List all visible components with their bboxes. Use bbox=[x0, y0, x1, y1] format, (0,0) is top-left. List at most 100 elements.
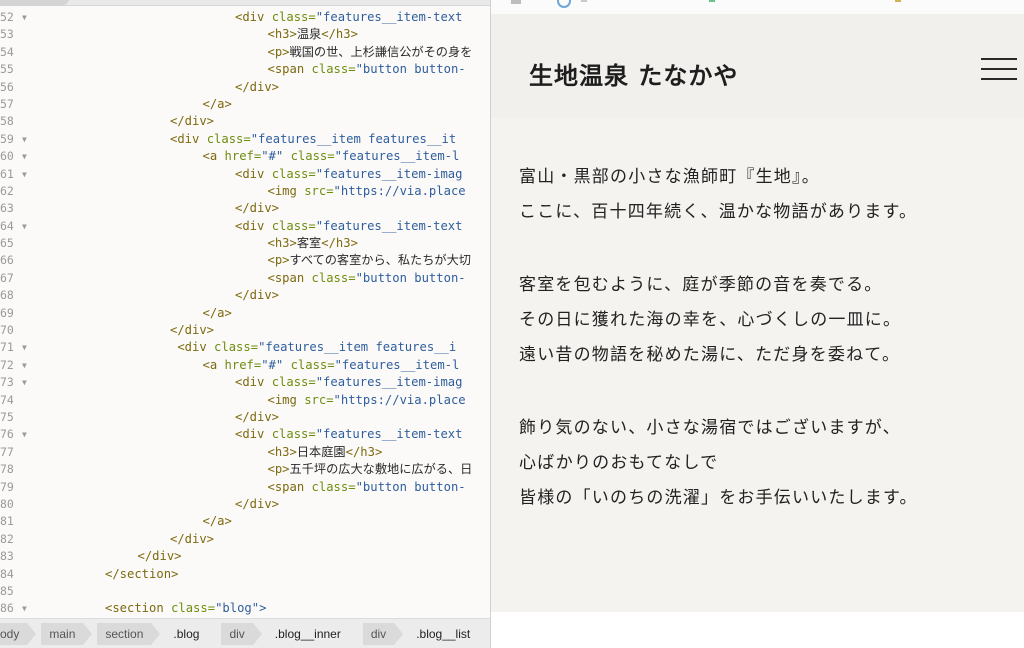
code-line[interactable]: 81 </a> bbox=[0, 513, 490, 530]
code-line[interactable]: 52 ▼ <div class="features__item-text bbox=[0, 9, 490, 26]
fold-arrow-icon[interactable]: ▼ bbox=[22, 339, 32, 356]
code-line[interactable]: 82 </div> bbox=[0, 531, 490, 548]
code-token: <h3> bbox=[267, 236, 297, 251]
code-line[interactable]: 54 <p>戦国の世、上杉謙信公がその身を bbox=[0, 44, 490, 61]
hamburger-menu-icon[interactable] bbox=[981, 56, 1017, 86]
code-line[interactable]: 70 </div> bbox=[0, 322, 490, 339]
code-line[interactable]: 85 bbox=[0, 583, 490, 600]
code-text: <div class="features__item-text bbox=[235, 218, 462, 235]
fold-arrow-icon[interactable]: ▼ bbox=[22, 131, 32, 148]
code-line[interactable]: 61 ▼ <div class="features__item-imag bbox=[0, 166, 490, 183]
code-line[interactable]: 62 <img src="https://via.place bbox=[0, 183, 490, 200]
breadcrumb-item[interactable]: main bbox=[41, 623, 93, 645]
code-line[interactable]: 56 </div> bbox=[0, 79, 490, 96]
fold-arrow-icon[interactable]: ▼ bbox=[22, 218, 32, 235]
line-number: 84 bbox=[0, 566, 14, 581]
code-text: </div> bbox=[138, 548, 182, 565]
code-lines[interactable]: 52 ▼ <div class="features__item-text 53 <h3>… bbox=[0, 9, 490, 618]
code-line[interactable]: 80 </div> bbox=[0, 496, 490, 513]
code-token: </div> bbox=[235, 409, 280, 424]
breadcrumb-item[interactable]: .blog__inner bbox=[267, 623, 349, 645]
globe-icon[interactable] bbox=[557, 0, 571, 8]
code-line[interactable]: 79 <span class="button button- bbox=[0, 479, 490, 496]
intro-line: 遠い昔の物語を秘めた湯に、ただ身を委ねて。 bbox=[519, 345, 901, 365]
fold-arrow-icon[interactable]: ▼ bbox=[22, 166, 32, 183]
code-token: <p> bbox=[267, 44, 290, 59]
code-text: <div class="features__item features__it bbox=[170, 131, 456, 148]
breadcrumb-item[interactable]: section bbox=[97, 623, 161, 645]
line-number: 79 bbox=[0, 479, 14, 494]
code-line[interactable]: 60 ▼ <a href="#" class="features__item-l bbox=[0, 148, 490, 165]
code-line[interactable]: 53 <h3>温泉</h3> bbox=[0, 26, 490, 43]
fold-arrow-icon[interactable]: ▼ bbox=[22, 9, 32, 26]
editor-tab[interactable] bbox=[0, 0, 70, 6]
code-line[interactable]: 73 ▼ <div class="features__item-imag bbox=[0, 374, 490, 391]
code-line[interactable]: 72 ▼ <a href="#" class="features__item-l bbox=[0, 357, 490, 374]
code-line[interactable]: 78 <p>五千坪の広大な敷地に広がる、日 bbox=[0, 461, 490, 478]
line-number: 61 bbox=[0, 166, 14, 181]
code-token: 温泉 bbox=[296, 27, 322, 42]
code-line[interactable]: 77 <h3>日本庭園</h3> bbox=[0, 444, 490, 461]
code-token: <a bbox=[202, 357, 225, 372]
toolbar-icon[interactable] bbox=[581, 0, 587, 2]
code-line[interactable]: 64 ▼ <div class="features__item-text bbox=[0, 218, 490, 235]
code-line[interactable]: 57 </a> bbox=[0, 96, 490, 113]
code-line[interactable]: 67 <span class="button button- bbox=[0, 270, 490, 287]
breadcrumb-item[interactable]: .blog__list bbox=[408, 623, 478, 645]
code-line[interactable]: 65 <h3>客室</h3> bbox=[0, 235, 490, 252]
code-token: <div bbox=[235, 218, 272, 233]
breadcrumb-item[interactable]: div bbox=[221, 623, 263, 645]
code-line[interactable]: 55 <span class="button button- bbox=[0, 61, 490, 78]
code-line[interactable]: 59 ▼ <div class="features__item features__… bbox=[0, 131, 490, 148]
breadcrumb-item[interactable]: div bbox=[362, 623, 404, 645]
code-token: </a> bbox=[202, 305, 232, 320]
code-line[interactable]: 86 ▼ <section class="blog"> bbox=[0, 600, 490, 617]
code-line[interactable]: 74 <img src="https://via.place bbox=[0, 392, 490, 409]
breadcrumb-item[interactable]: ody bbox=[0, 623, 37, 645]
line-number: 75 bbox=[0, 409, 14, 424]
code-token: </h3> bbox=[321, 236, 358, 251]
code-line[interactable]: 69 </a> bbox=[0, 305, 490, 322]
code-text: <a href="#" class="features__item-l bbox=[203, 148, 460, 165]
site-title[interactable]: 生地温泉 たなかや bbox=[529, 56, 738, 91]
code-token: class= bbox=[214, 340, 259, 355]
toolbar-icon[interactable] bbox=[709, 0, 715, 2]
line-number: 71 bbox=[0, 340, 14, 355]
code-token: src= bbox=[304, 183, 334, 198]
fold-arrow-icon[interactable]: ▼ bbox=[22, 357, 32, 374]
code-line[interactable]: 75 </div> bbox=[0, 409, 490, 426]
code-token: <a bbox=[202, 149, 225, 164]
line-number: 67 bbox=[0, 270, 14, 285]
line-number: 64 bbox=[0, 218, 14, 233]
line-number: 63 bbox=[0, 201, 14, 216]
code-line[interactable]: 76 ▼ <div class="features__item-text bbox=[0, 426, 490, 443]
code-editor-pane[interactable]: 52 ▼ <div class="features__item-text 53 <h3>… bbox=[0, 0, 490, 618]
fold-arrow-icon[interactable]: ▼ bbox=[22, 426, 32, 443]
breadcrumb-item[interactable]: .blog bbox=[165, 623, 207, 645]
code-line[interactable]: 84 </section> bbox=[0, 566, 490, 583]
code-token: <span bbox=[267, 270, 312, 285]
code-text: <h3>日本庭園</h3> bbox=[268, 444, 383, 461]
code-text: </div> bbox=[170, 322, 214, 339]
editor-tab-bar bbox=[0, 0, 490, 6]
code-token: <div bbox=[177, 340, 215, 355]
code-line[interactable]: 63 </div> bbox=[0, 200, 490, 217]
fold-arrow-icon[interactable]: ▼ bbox=[22, 600, 32, 617]
code-token: "features__item features__i bbox=[258, 340, 457, 355]
window-icon[interactable] bbox=[511, 0, 521, 4]
code-line[interactable]: 71 ▼ <div class="features__item features_… bbox=[0, 339, 490, 356]
toolbar-icon[interactable] bbox=[895, 0, 901, 2]
code-text: <h3>温泉</h3> bbox=[268, 26, 358, 43]
code-text: </a> bbox=[203, 513, 232, 530]
browser-preview-pane[interactable]: 生地温泉 たなかや 富山・黒部の小さな漁師町『生地』。 ここに、百十四年続く、温か… bbox=[490, 0, 1024, 648]
code-line[interactable]: 58 </div> bbox=[0, 113, 490, 130]
line-number: 68 bbox=[0, 288, 14, 303]
code-line[interactable]: 83 </div> bbox=[0, 548, 490, 565]
fold-arrow-icon[interactable]: ▼ bbox=[22, 374, 32, 391]
code-token: <img bbox=[267, 183, 305, 198]
code-line[interactable]: 68 </div> bbox=[0, 287, 490, 304]
fold-arrow-icon[interactable]: ▼ bbox=[22, 148, 32, 165]
code-line[interactable]: 66 <p>すべての客室から、私たちが大切 bbox=[0, 252, 490, 269]
code-token: "button button- bbox=[355, 62, 466, 77]
